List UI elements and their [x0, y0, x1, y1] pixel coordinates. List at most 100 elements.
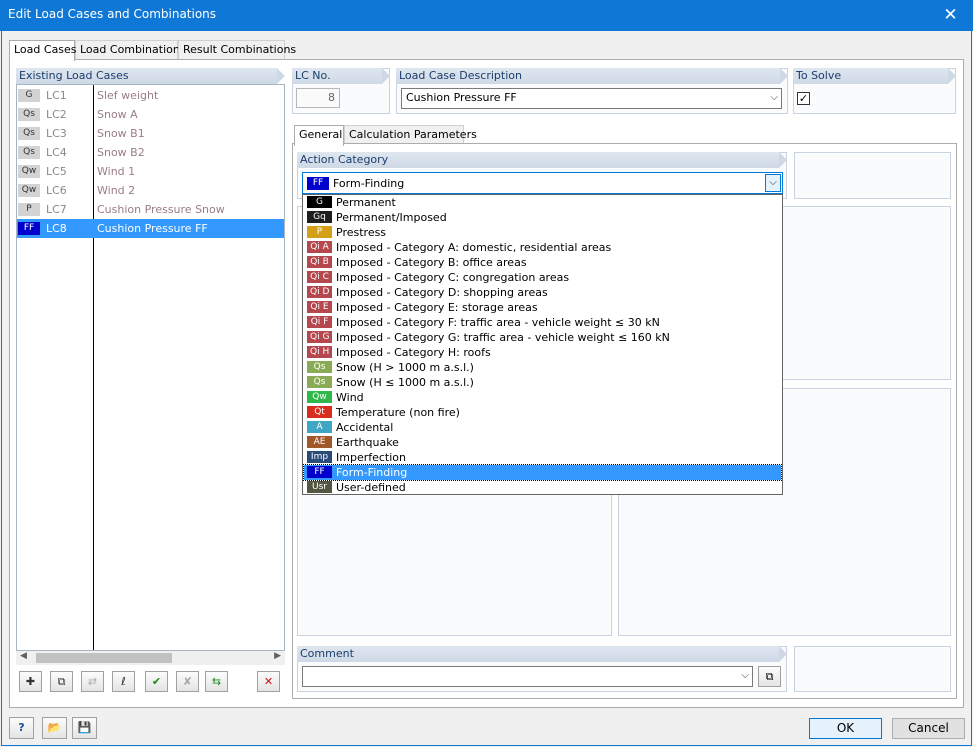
- option-item[interactable]: Qi E Imposed - Category E: storage areas: [304, 300, 781, 315]
- option-item[interactable]: Qs Snow (H ≤ 1000 m a.s.l.): [304, 375, 781, 390]
- option-label: Earthquake: [336, 436, 399, 449]
- action-category-dropdown[interactable]: G Permanent Gq Permanent/Imposed P Prestres…: [302, 194, 783, 495]
- category-badge: Qi F: [307, 316, 332, 328]
- ok-button[interactable]: OK: [809, 718, 882, 739]
- option-item[interactable]: Gq Permanent/Imposed: [304, 210, 781, 225]
- category-badge: Qs: [307, 361, 332, 373]
- chevron-down-icon[interactable]: ⌵: [741, 670, 749, 681]
- open-folder-icon[interactable]: 📂: [42, 717, 67, 739]
- help-icon[interactable]: ?: [9, 717, 34, 739]
- category-badge: Usr: [307, 481, 332, 493]
- option-item[interactable]: Qw Wind: [304, 390, 781, 405]
- option-item[interactable]: G Permanent: [304, 195, 781, 210]
- tab-general[interactable]: General: [294, 125, 344, 146]
- chevron-down-icon[interactable]: ⌵: [765, 174, 781, 192]
- option-item[interactable]: P Prestress: [304, 225, 781, 240]
- description-combo[interactable]: Cushion Pressure FF ⌵: [401, 88, 782, 109]
- option-item[interactable]: Qi B Imposed - Category B: office areas: [304, 255, 781, 270]
- selected-category: Form-Finding: [333, 177, 405, 190]
- list-item[interactable]: Qs LC4 Snow B2: [17, 143, 284, 162]
- load-case-description: Cushion Pressure Snow: [97, 203, 225, 216]
- to-solve-label: To Solve: [793, 68, 956, 84]
- tab-load-cases[interactable]: Load Cases: [9, 40, 77, 61]
- side-box-1: [794, 152, 951, 199]
- option-item[interactable]: Qs Snow (H > 1000 m a.s.l.): [304, 360, 781, 375]
- load-case-description: Slef weight: [97, 89, 159, 102]
- window-title: Edit Load Cases and Combinations: [8, 7, 217, 21]
- scrollbar-thumb[interactable]: [36, 653, 172, 663]
- option-label: Wind: [336, 391, 364, 404]
- category-badge: G: [307, 196, 332, 208]
- comment-browse-icon[interactable]: ⧉: [758, 666, 781, 687]
- option-item-selected[interactable]: FF Form-Finding: [303, 464, 782, 481]
- option-label: Prestress: [336, 226, 387, 239]
- option-label: Temperature (non fire): [336, 406, 460, 419]
- category-badge: Qt: [307, 406, 332, 418]
- option-item[interactable]: Qt Temperature (non fire): [304, 405, 781, 420]
- list-item[interactable]: Qs LC3 Snow B1: [17, 124, 284, 143]
- invert-selection-icon[interactable]: ⇆: [205, 671, 228, 692]
- category-badge: Qs: [18, 146, 40, 159]
- load-case-code: LC6: [46, 184, 67, 197]
- category-badge: Imp: [307, 451, 332, 463]
- option-item[interactable]: Usr User-defined: [304, 480, 781, 495]
- delete-icon[interactable]: ✕: [257, 671, 280, 692]
- load-case-list: G LC1 Slef weight Qs LC2 Snow A Qs LC3 S…: [16, 84, 285, 651]
- option-label: Form-Finding: [336, 466, 408, 479]
- rename-icon[interactable]: ℓ: [112, 671, 135, 692]
- list-item[interactable]: P LC7 Cushion Pressure Snow: [17, 200, 284, 219]
- option-item[interactable]: Imp Imperfection: [304, 450, 781, 465]
- to-solve-checkbox[interactable]: ✓: [797, 92, 810, 105]
- category-badge: FF: [18, 222, 40, 235]
- category-badge: Qi C: [307, 271, 332, 283]
- list-item-selected[interactable]: FF LC8 Cushion Pressure FF: [17, 219, 284, 238]
- scroll-right-icon[interactable]: ▶: [274, 651, 281, 661]
- option-label: Accidental: [336, 421, 394, 434]
- option-item[interactable]: Qi G Imposed - Category G: traffic area -…: [304, 330, 781, 345]
- option-item[interactable]: Qi A Imposed - Category A: domestic, resi…: [304, 240, 781, 255]
- category-badge: Qs: [307, 376, 332, 388]
- category-badge: P: [18, 203, 40, 216]
- action-category-label: Action Category: [297, 152, 787, 168]
- deselect-icon[interactable]: ✘: [176, 671, 199, 692]
- option-item[interactable]: A Accidental: [304, 420, 781, 435]
- category-badge: FF: [307, 466, 332, 478]
- new-load-case-icon[interactable]: ✚: [19, 671, 42, 692]
- load-case-code: LC4: [46, 146, 67, 159]
- option-item[interactable]: Qi F Imposed - Category F: traffic area -…: [304, 315, 781, 330]
- copy-load-case-icon[interactable]: ⧉: [50, 671, 73, 692]
- option-item[interactable]: Qi C Imposed - Category C: congregation a…: [304, 270, 781, 285]
- option-item[interactable]: Qi D Imposed - Category D: shopping areas: [304, 285, 781, 300]
- scroll-left-icon[interactable]: ◀: [20, 651, 27, 661]
- option-item[interactable]: AE Earthquake: [304, 435, 781, 450]
- list-item[interactable]: Qw LC6 Wind 2: [17, 181, 284, 200]
- option-label: Snow (H ≤ 1000 m a.s.l.): [336, 376, 474, 389]
- horizontal-scrollbar[interactable]: ◀ ▶: [16, 651, 285, 665]
- list-item[interactable]: Qs LC2 Snow A: [17, 105, 284, 124]
- list-item[interactable]: G LC1 Slef weight: [17, 86, 284, 105]
- option-label: Imposed - Category E: storage areas: [336, 301, 538, 314]
- load-case-description: Wind 2: [97, 184, 136, 197]
- comment-field[interactable]: ⌵: [302, 666, 753, 687]
- cancel-button[interactable]: Cancel: [892, 718, 965, 739]
- category-badge: P: [307, 226, 332, 238]
- description-value: Cushion Pressure FF: [406, 91, 517, 104]
- save-icon[interactable]: 💾: [72, 717, 97, 739]
- tab-result-combinations[interactable]: Result Combinations: [178, 40, 296, 59]
- load-case-code: LC8: [46, 222, 67, 235]
- tab-calculation-parameters[interactable]: Calculation Parameters: [344, 125, 477, 144]
- chevron-down-icon[interactable]: ⌵: [770, 92, 778, 103]
- option-label: Imposed - Category C: congregation areas: [336, 271, 570, 284]
- option-item[interactable]: Qi H Imposed - Category H: roofs: [304, 345, 781, 360]
- tab-load-combinations[interactable]: Load Combinations: [75, 40, 186, 59]
- action-category-combo[interactable]: FF Form-Finding ⌵: [302, 172, 783, 194]
- close-icon[interactable]: ✕: [928, 0, 973, 31]
- option-label: Imposed - Category G: traffic area - veh…: [336, 331, 670, 344]
- category-badge: Qs: [18, 127, 40, 140]
- renumber-icon[interactable]: ⇄: [81, 671, 104, 692]
- list-item[interactable]: Qw LC5 Wind 1: [17, 162, 284, 181]
- load-case-description: Cushion Pressure FF: [97, 222, 208, 235]
- category-badge: Qi A: [307, 241, 332, 253]
- title-bar: Edit Load Cases and Combinations ✕: [0, 0, 973, 31]
- select-all-icon[interactable]: ✔: [145, 671, 168, 692]
